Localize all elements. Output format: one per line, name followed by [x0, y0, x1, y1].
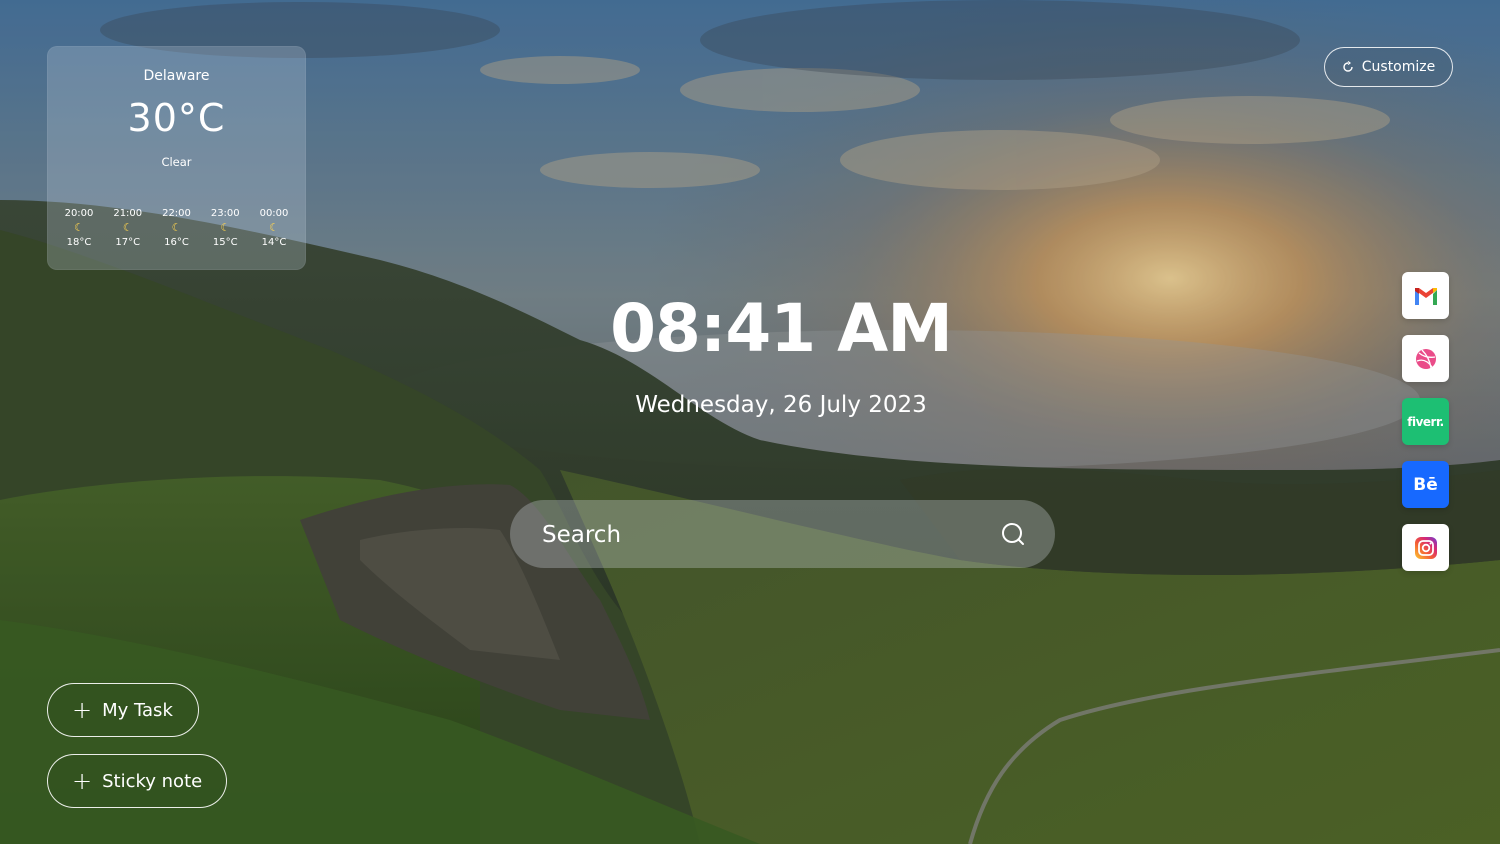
- forecast-hour: 20:00 ☾ 18°C: [55, 207, 103, 249]
- gmail-icon: [1414, 287, 1437, 305]
- forecast-time: 22:00: [162, 208, 191, 219]
- search-icon[interactable]: [1001, 522, 1025, 546]
- weather-location: Delaware: [143, 68, 210, 84]
- customize-label: Customize: [1361, 59, 1436, 75]
- forecast-temp: 18°C: [66, 237, 92, 248]
- my-task-label: My Task: [102, 699, 173, 721]
- moon-icon: ☾: [122, 221, 133, 234]
- forecast-temp: 16°C: [164, 237, 189, 248]
- forecast-hour: 22:00 ☾ 16°C: [153, 207, 201, 249]
- forecast-temp: 15°C: [212, 237, 238, 248]
- refresh-icon: [1343, 61, 1353, 72]
- app-dock: fiverr. Bē: [1402, 272, 1449, 587]
- moon-icon: ☾: [171, 221, 182, 234]
- customize-button[interactable]: Customize: [1324, 47, 1453, 87]
- forecast-temp: 14°C: [261, 237, 287, 248]
- dribbble-shortcut[interactable]: [1402, 335, 1449, 382]
- dribbble-icon: [1415, 348, 1436, 369]
- fiverr-shortcut[interactable]: fiverr.: [1402, 398, 1449, 445]
- behance-shortcut[interactable]: Bē: [1402, 461, 1449, 508]
- sticky-note-button[interactable]: + Sticky note: [47, 754, 227, 808]
- moon-icon: ☾: [220, 221, 231, 234]
- forecast-hour: 21:00 ☾ 17°C: [104, 207, 152, 249]
- forecast-time: 21:00: [113, 208, 143, 219]
- weather-temperature: 30°C: [127, 96, 226, 140]
- my-task-button[interactable]: + My Task: [47, 683, 199, 737]
- hourly-forecast: 20:00 ☾ 18°C 21:00 ☾ 17°C 22:00 ☾ 16°C 2…: [55, 207, 298, 249]
- moon-icon: ☾: [269, 221, 279, 234]
- weather-widget: Delaware 30°C Clear 20:00 ☾ 18°C 21:00 ☾…: [47, 46, 306, 270]
- fiverr-icon: fiverr.: [1407, 414, 1444, 429]
- forecast-temp: 17°C: [115, 237, 141, 248]
- search-input[interactable]: [540, 512, 984, 558]
- clock-date: Wednesday, 26 July 2023: [635, 392, 927, 418]
- behance-icon: Bē: [1413, 474, 1438, 495]
- sticky-note-label: Sticky note: [102, 770, 203, 792]
- forecast-time: 20:00: [64, 208, 94, 219]
- forecast-time: 23:00: [210, 208, 240, 219]
- plus-icon: +: [72, 767, 93, 795]
- weather-condition: Clear: [161, 155, 192, 169]
- search-bar[interactable]: [510, 500, 1055, 568]
- moon-icon: ☾: [74, 221, 84, 234]
- plus-icon: +: [72, 696, 93, 724]
- instagram-icon: [1414, 536, 1437, 559]
- forecast-time: 00:00: [259, 208, 289, 219]
- instagram-shortcut[interactable]: [1402, 524, 1449, 571]
- forecast-hour: 00:00 ☾ 14°C: [250, 207, 298, 249]
- forecast-hour: 23:00 ☾ 15°C: [201, 207, 249, 249]
- gmail-shortcut[interactable]: [1402, 272, 1449, 319]
- clock-time: 08:41 AM: [610, 290, 953, 367]
